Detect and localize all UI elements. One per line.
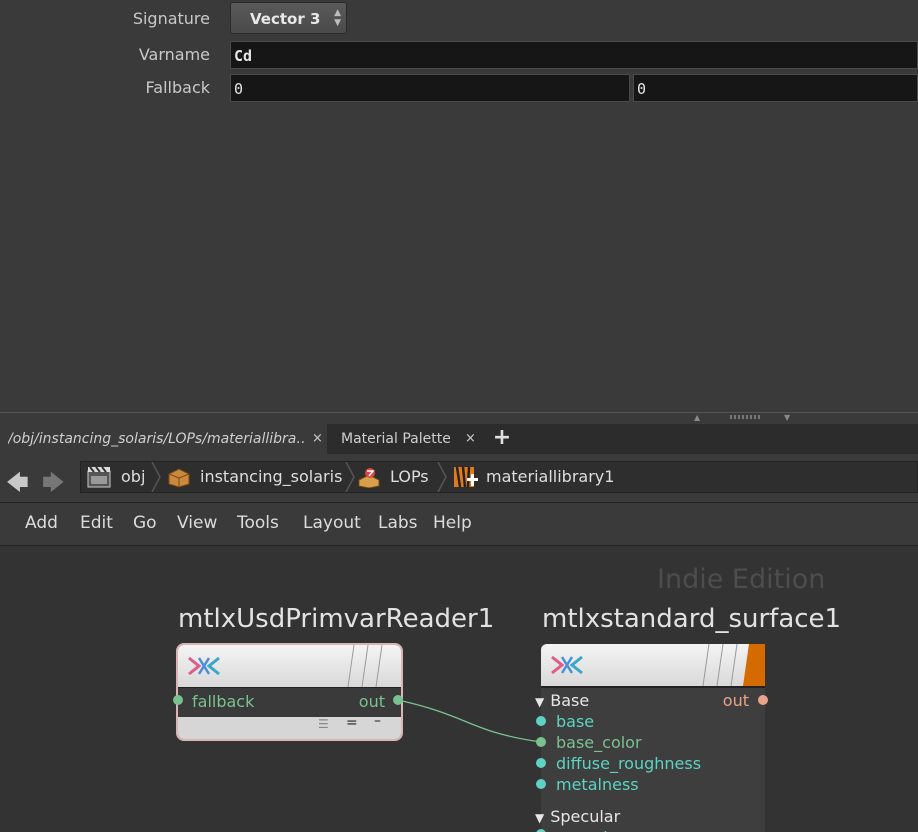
back-arrow-icon[interactable]: 🡄 (6, 466, 29, 504)
menu-labs[interactable]: Labs (378, 513, 418, 533)
signature-label: Signature (132, 9, 210, 28)
signature-value: Vector 3 (250, 10, 321, 28)
close-icon[interactable]: × (312, 424, 323, 454)
tab-material-palette[interactable]: Material Palette × (333, 424, 483, 454)
node-title-standard-surface: mtlxstandard_surface1 (542, 604, 842, 634)
node-flag-stripes-icon (347, 645, 383, 687)
materialx-icon (551, 655, 583, 675)
breadcrumb: obj instancing_solaris LOPs materiallibr… (80, 461, 918, 493)
collapse-up-icon[interactable]: ▲ (694, 413, 700, 422)
port-dot-out[interactable] (758, 695, 768, 705)
close-icon[interactable]: × (465, 424, 476, 454)
expand-triangle-icon[interactable]: ▼ (535, 695, 544, 709)
menu-view[interactable]: View (177, 513, 217, 533)
expand-triangle-icon[interactable]: ▼ (535, 811, 544, 825)
menu-go[interactable]: Go (133, 513, 157, 533)
signature-select[interactable]: Vector 3 ▲ ▼ (230, 2, 347, 34)
path-bar: 🡄 🡆 obj instancing_solaris LOPs material… (0, 454, 918, 503)
port-dot-base-color[interactable] (536, 737, 546, 747)
lines-icon[interactable]: ☰ (318, 717, 329, 731)
section-label: Base (550, 691, 590, 710)
collapse-down-icon[interactable]: ▼ (784, 413, 790, 422)
tab-label: Material Palette (341, 431, 451, 447)
menu-tools[interactable]: Tools (237, 513, 279, 533)
section-label: Specular (550, 807, 621, 826)
node-primvar-reader[interactable]: fallback out ☰ = – (176, 643, 403, 741)
section-specular[interactable]: ▼ Specular (535, 807, 620, 826)
parameter-pane: Signature Vector 3 ▲ ▼ Varname Cd Fallbac… (0, 0, 918, 412)
fallback-field-x[interactable]: 0 (230, 74, 630, 102)
port-label-metalness: metalness (556, 775, 639, 794)
lops-icon (358, 468, 380, 488)
node-standard-surface[interactable]: ▼ Base out base base_color diffuse_roughn… (535, 644, 765, 832)
splitter-grip-icon[interactable] (730, 415, 762, 419)
port-label-out: out (722, 691, 749, 710)
select-arrows-icon: ▲ ▼ (334, 8, 341, 28)
breadcrumb-separator-icon (151, 462, 161, 492)
connection-wire[interactable] (397, 699, 542, 743)
minus-icon[interactable]: – (374, 713, 381, 729)
port-dot-out[interactable] (393, 695, 403, 705)
node-ports-row: fallback out (178, 687, 401, 718)
port-dot-fallback[interactable] (173, 695, 183, 705)
breadcrumb-label: obj (121, 467, 146, 486)
subnet-icon (168, 468, 190, 488)
port-label-diffuse-roughness: diffuse_roughness (556, 754, 702, 773)
port-dot-metalness[interactable] (536, 779, 546, 789)
wires-layer (397, 699, 542, 743)
breadcrumb-item-lops[interactable]: LOPs (357, 462, 443, 492)
node-header[interactable] (541, 644, 765, 686)
network-menubar: Add Edit Go View Tools Layout Labs Help (0, 503, 918, 546)
fallback-field-y[interactable]: 0 (633, 74, 918, 102)
breadcrumb-separator-icon (437, 462, 447, 492)
port-label-base: base (556, 712, 595, 731)
port-dot-base[interactable] (536, 716, 546, 726)
menu-help[interactable]: Help (433, 513, 472, 533)
node-footer: ☰ = – (178, 713, 401, 739)
node-divider (541, 686, 765, 688)
breadcrumb-item-materiallibrary1[interactable]: materiallibrary1 (453, 462, 615, 492)
breadcrumb-item-instancing-solaris[interactable]: instancing_solaris (167, 462, 343, 492)
tab-label: /obj/instancing_solaris/LOPs/materiallib… (8, 431, 305, 447)
pane-tab-bar: /obj/instancing_solaris/LOPs/materiallib… (0, 424, 918, 454)
equals-icon[interactable]: = (346, 715, 358, 731)
port-label-specular: specular (556, 828, 624, 832)
materialx-icon (188, 656, 220, 676)
breadcrumb-separator-icon (345, 462, 355, 492)
breadcrumb-item-obj[interactable]: obj (87, 462, 151, 492)
varname-field[interactable]: Cd (230, 41, 918, 69)
varname-label: Varname (138, 45, 210, 64)
materiallibrary-icon (454, 466, 478, 488)
node-header[interactable] (178, 645, 401, 687)
breadcrumb-label: materiallibrary1 (486, 467, 615, 486)
menu-layout[interactable]: Layout (303, 513, 361, 533)
breadcrumb-label: instancing_solaris (200, 467, 343, 486)
breadcrumb-label: LOPs (390, 467, 429, 486)
add-tab-icon[interactable]: + (492, 424, 512, 454)
port-label-out: out (358, 692, 385, 711)
network-view[interactable]: Indie Edition mtlxUsdPrimvarReader1 fall… (0, 546, 918, 832)
menu-edit[interactable]: Edit (80, 513, 113, 533)
tab-network-path[interactable]: /obj/instancing_solaris/LOPs/materiallib… (0, 424, 327, 454)
port-label-fallback: fallback (192, 692, 255, 711)
port-dot-diffuse-roughness[interactable] (536, 758, 546, 768)
forward-arrow-icon[interactable]: 🡆 (42, 466, 65, 504)
section-base[interactable]: ▼ Base (535, 691, 589, 710)
menu-add[interactable]: Add (25, 513, 58, 533)
node-flag-stripes-icon (702, 644, 765, 686)
port-label-base-color: base_color (556, 733, 642, 752)
fallback-label: Fallback (145, 78, 210, 97)
node-title-primvar-reader: mtlxUsdPrimvarReader1 (178, 604, 495, 634)
obj-icon (87, 466, 111, 488)
